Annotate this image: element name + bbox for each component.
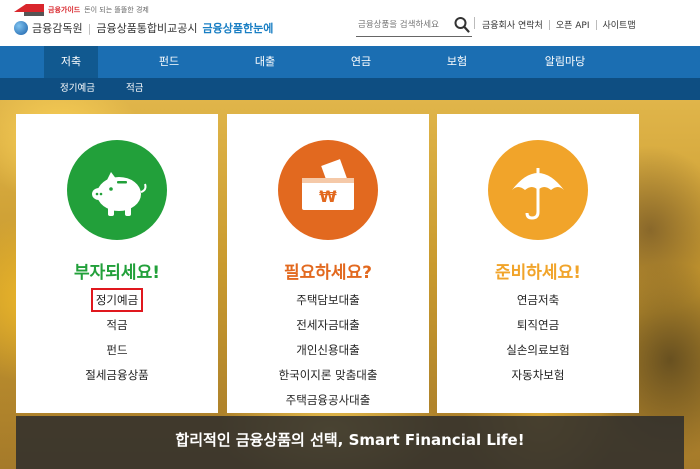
globe-icon: [14, 21, 28, 35]
link-medical-insurance[interactable]: 실손의료보험: [437, 340, 639, 365]
link-label: 자동차보험: [511, 368, 565, 382]
utility-links: 금융회사 연락처 오픈 API 사이트맵: [474, 17, 636, 31]
sub-nav-item-time-deposit[interactable]: 정기예금: [60, 78, 95, 100]
search-icon[interactable]: [454, 16, 470, 34]
link-installment-savings[interactable]: 적금: [16, 315, 218, 340]
main-nav: 저축 펀드 대출 연금 보험 알림마당: [0, 46, 700, 78]
sub-nav-item-installment[interactable]: 적금: [126, 78, 143, 100]
link-funds[interactable]: 펀드: [16, 340, 218, 365]
won-wallet-icon: ₩: [278, 140, 378, 240]
logo-separator: |: [87, 21, 92, 35]
link-label: 실손의료보험: [506, 343, 570, 357]
divider: [548, 19, 550, 30]
card-link-list: 연금저축 퇴직연금 실손의료보험 자동차보험: [437, 290, 639, 390]
link-label: 퇴직연금: [516, 318, 560, 332]
link-label: 절세금융상품: [85, 368, 149, 382]
link-label: 적금: [106, 318, 128, 332]
search-box: [356, 15, 472, 37]
card-title: 준비하세요!: [495, 263, 581, 283]
card-title: 필요하세요?: [283, 263, 373, 283]
link-pension-savings[interactable]: 연금저축: [437, 290, 639, 315]
brand-slogan: 돈이 되는 똘똘한 경제: [84, 6, 149, 14]
divider: [474, 17, 475, 29]
card-save: 부자되세요! 정기예금 적금 펀드 절세금융상품: [16, 114, 218, 413]
umbrella-icon: [488, 140, 588, 240]
util-link-contacts[interactable]: 금융회사 연락처: [482, 18, 543, 31]
link-label: 연금저축: [516, 293, 560, 307]
nav-item-insurance[interactable]: 보험: [428, 46, 486, 78]
nav-item-loans[interactable]: 대출: [236, 46, 294, 78]
link-retirement-pension[interactable]: 퇴직연금: [437, 315, 639, 340]
divider: [595, 19, 597, 30]
service-name: 금융상품한눈에: [202, 22, 274, 35]
link-label: 주택금융공사대출: [285, 393, 371, 407]
slogan-banner: 합리적인 금융상품의 선택, Smart Financial Life!: [16, 416, 684, 469]
card-title: 부자되세요!: [74, 263, 160, 283]
fss-guide-logo[interactable]: 금융가이드 돈이 되는 똘똘한 경제: [14, 4, 149, 16]
card-need: ₩ 필요하세요? 주택담보대출 전세자금대출 개인신용대출 한국이지론 맞춤대출…: [227, 114, 429, 413]
site-logo[interactable]: 금융감독원 | 금융상품통합비교공시 금융상품한눈에: [14, 20, 273, 36]
hero-section: 부자되세요! 정기예금 적금 펀드 절세금융상품 ₩ 필요하세요? 주택담보대출…: [0, 100, 700, 469]
link-label: 전세자금대출: [296, 318, 360, 332]
search-input[interactable]: [358, 17, 450, 33]
link-auto-insurance[interactable]: 자동차보험: [437, 365, 639, 390]
link-hf-loan[interactable]: 주택금융공사대출: [227, 390, 429, 415]
link-label: 정기예금: [90, 288, 144, 312]
nav-item-savings[interactable]: 저축: [44, 46, 98, 78]
nav-item-notices[interactable]: 알림마당: [530, 46, 600, 78]
card-link-list: 주택담보대출 전세자금대출 개인신용대출 한국이지론 맞춤대출 주택금융공사대출: [227, 290, 429, 415]
link-label: 펀드: [106, 343, 128, 357]
piggy-bank-icon: [67, 140, 167, 240]
link-mortgage-loan[interactable]: 주택담보대출: [227, 290, 429, 315]
site-name: 금융상품통합비교공시: [96, 22, 198, 35]
brand-mark-icon: [14, 4, 44, 16]
link-label: 한국이지론 맞춤대출: [278, 368, 378, 382]
site-header: 금융가이드 돈이 되는 똘똘한 경제 금융감독원 | 금융상품통합비교공시 금융…: [0, 0, 700, 46]
link-label: 주택담보대출: [296, 293, 360, 307]
nav-item-funds[interactable]: 펀드: [140, 46, 198, 78]
util-link-open-api[interactable]: 오픈 API: [556, 18, 590, 31]
card-prepare: 준비하세요! 연금저축 퇴직연금 실손의료보험 자동차보험: [437, 114, 639, 413]
card-link-list: 정기예금 적금 펀드 절세금융상품: [16, 288, 218, 390]
link-personal-credit-loan[interactable]: 개인신용대출: [227, 340, 429, 365]
org-name: 금융감독원: [32, 22, 83, 35]
svg-text:₩: ₩: [319, 187, 337, 206]
link-tax-saving-products[interactable]: 절세금융상품: [16, 365, 218, 390]
sub-nav: 정기예금 적금: [0, 78, 700, 100]
nav-item-pension[interactable]: 연금: [332, 46, 390, 78]
link-easyloan-custom[interactable]: 한국이지론 맞춤대출: [227, 365, 429, 390]
util-link-sitemap[interactable]: 사이트맵: [603, 18, 636, 31]
link-time-deposit[interactable]: 정기예금: [16, 288, 218, 315]
link-label: 개인신용대출: [296, 343, 360, 357]
brand-mark-text: 금융가이드: [48, 6, 81, 14]
link-jeonse-loan[interactable]: 전세자금대출: [227, 315, 429, 340]
